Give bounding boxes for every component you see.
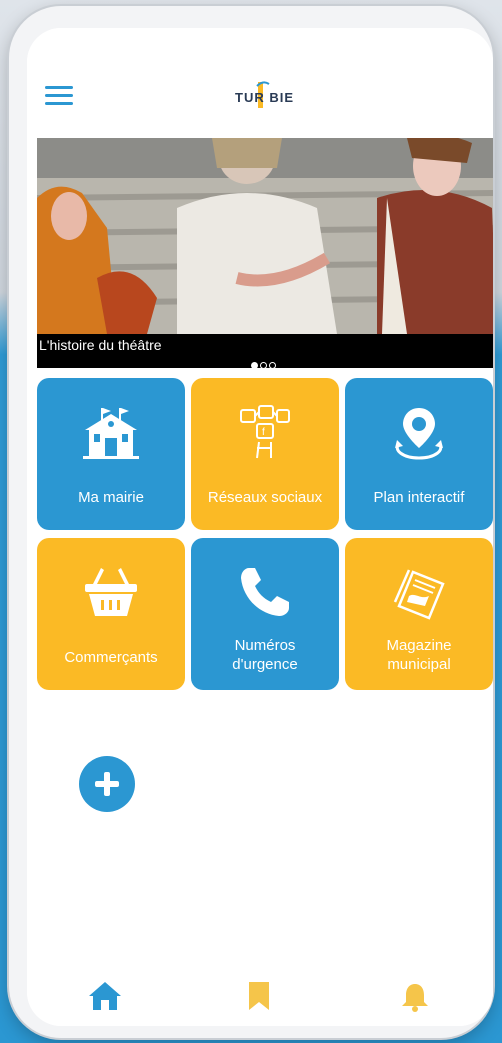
tile-label: Numéros d'urgence [232, 637, 298, 673]
carousel-caption: L'histoire du théâtre [39, 337, 162, 353]
tile-commercants[interactable]: Commerçants [37, 538, 185, 690]
shopping-basket-icon [85, 568, 137, 616]
hamburger-menu-icon[interactable] [45, 86, 73, 106]
phone-icon [241, 568, 289, 616]
bell-icon[interactable] [397, 978, 433, 1014]
tile-label: Ma mairie [78, 489, 144, 506]
carousel-caption-bar: L'histoire du théâtre [37, 334, 493, 368]
carousel-pagination[interactable] [251, 356, 278, 368]
map-pin-icon [395, 408, 443, 460]
carousel-dot-2[interactable] [260, 362, 267, 368]
tile-magazine-municipal[interactable]: Magazine municipal [345, 538, 493, 690]
tile-numeros-urgence[interactable]: Numéros d'urgence [191, 538, 339, 690]
app-bar: TUR BIE [27, 28, 493, 128]
bookmark-icon[interactable] [241, 978, 277, 1014]
tile-label: Commerçants [64, 649, 158, 666]
town-hall-icon [83, 408, 139, 459]
tile-plan-interactif[interactable]: Plan interactif [345, 378, 493, 530]
bottom-navigation [27, 958, 493, 1026]
carousel-dot-3[interactable] [269, 362, 276, 368]
tile-label: Magazine municipal [386, 637, 452, 673]
theatre-photo [37, 138, 493, 334]
add-tile-button[interactable] [79, 756, 135, 812]
app-screen: TUR BIE L'histoire du théâtre Ma mairie … [27, 28, 493, 1026]
logo-text: TUR BIE [235, 90, 294, 105]
carousel-dot-1[interactable] [251, 362, 258, 368]
turbie-logo: TUR BIE [227, 80, 297, 110]
tile-ma-mairie[interactable]: Ma mairie [37, 378, 185, 530]
newspaper-icon [393, 569, 445, 620]
phone-frame: TUR BIE L'histoire du théâtre Ma mairie … [9, 6, 493, 1038]
tile-label: Plan interactif [373, 489, 465, 506]
social-network-icon: f [240, 405, 290, 459]
svg-text:f: f [262, 427, 265, 438]
tile-label: Réseaux sociaux [207, 489, 323, 506]
image-carousel[interactable]: L'histoire du théâtre [37, 138, 493, 368]
home-icon[interactable] [87, 978, 123, 1014]
tile-reseaux-sociaux[interactable]: f Réseaux sociaux [191, 378, 339, 530]
